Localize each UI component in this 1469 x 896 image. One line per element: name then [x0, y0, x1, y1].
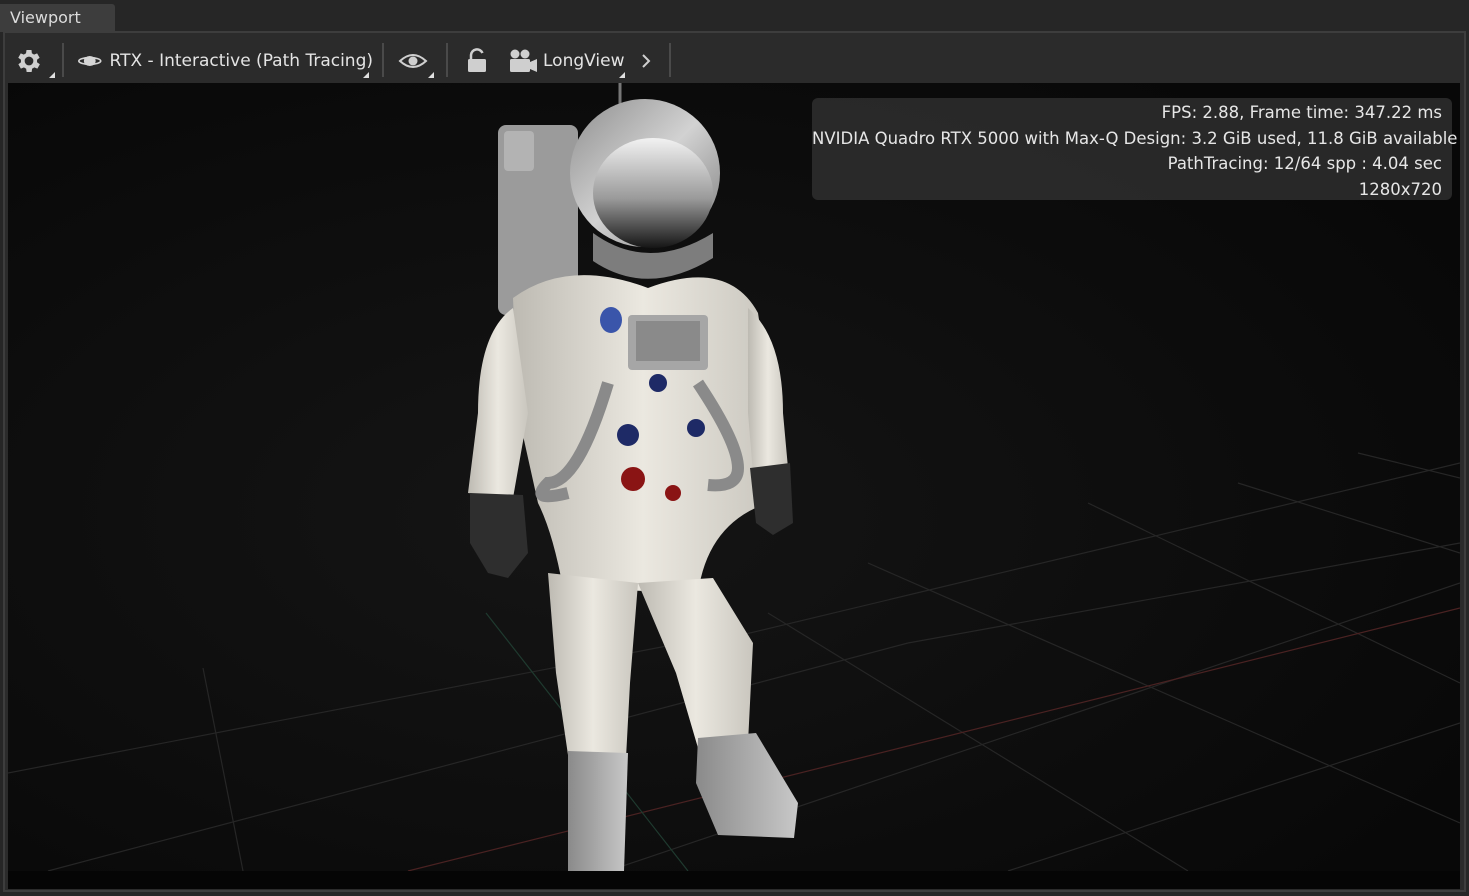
dropdown-indicator	[363, 72, 369, 78]
toolbar-separator	[62, 43, 64, 77]
toolbar-separator	[382, 43, 384, 77]
camera-label: LongView	[543, 50, 625, 71]
lock-button[interactable]	[466, 38, 494, 83]
toolbar-separator	[446, 43, 448, 77]
eye-icon	[398, 53, 428, 68]
settings-button[interactable]	[14, 38, 55, 83]
dropdown-indicator	[428, 72, 434, 78]
tab-strip: Viewport	[0, 0, 1469, 32]
stats-overlay: FPS: 2.88, Frame time: 347.22 ms NVIDIA …	[812, 98, 1458, 200]
unlock-icon	[468, 47, 486, 72]
saturn-icon	[78, 55, 102, 66]
chevron-right-icon	[642, 53, 651, 68]
expand-button[interactable]	[640, 38, 656, 83]
viewport-bottom-bar	[8, 871, 1460, 889]
fps-readout: FPS: 2.88, Frame time: 347.22 ms	[1161, 103, 1442, 122]
gpu-readout: NVIDIA Quadro RTX 5000 with Max-Q Design…	[812, 128, 1458, 148]
dropdown-indicator	[619, 72, 625, 78]
gear-icon	[18, 49, 40, 72]
viewport-toolbar: RTX - Interactive (Path Tracing) LongVie…	[8, 38, 1460, 83]
toolbar-separator	[669, 43, 671, 77]
renderer-label: RTX - Interactive (Path Tracing)	[109, 50, 373, 71]
dropdown-indicator	[49, 72, 55, 78]
visibility-button[interactable]	[398, 38, 438, 83]
camera-dropdown[interactable]: LongView	[508, 38, 628, 83]
tab-viewport[interactable]: Viewport	[0, 4, 115, 32]
resolution-readout: 1280x720	[1358, 179, 1442, 199]
pathtracing-readout: PathTracing: 12/64 spp : 4.04 sec	[1167, 154, 1442, 173]
movie-camera-icon	[510, 49, 537, 72]
renderer-dropdown[interactable]: RTX - Interactive (Path Tracing)	[78, 38, 373, 83]
